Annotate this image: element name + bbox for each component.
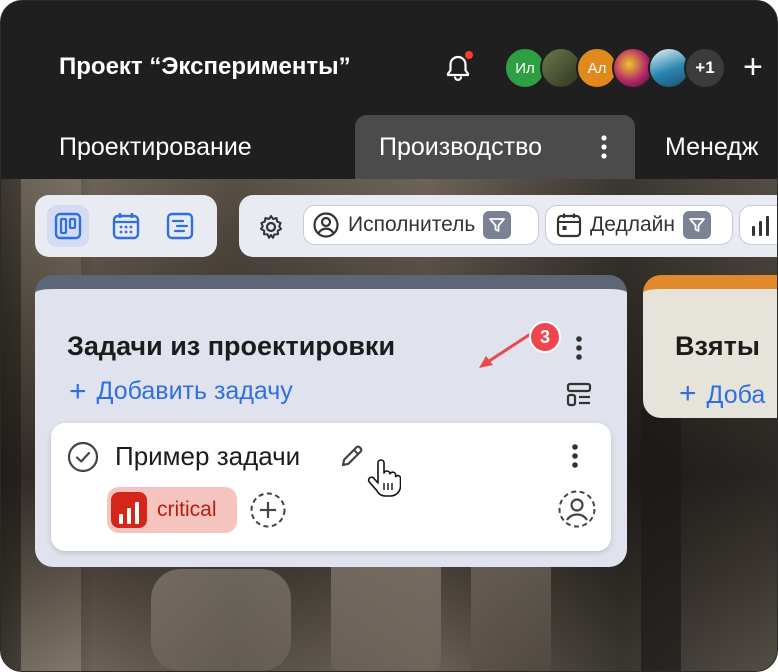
tab-design[interactable]: Проектирование [59, 115, 252, 179]
notification-dot [465, 51, 473, 59]
assignee-icon[interactable] [557, 489, 597, 529]
plus-icon: + [679, 377, 697, 410]
card-menu-icon[interactable] [571, 443, 579, 469]
filter-label: Дедлайн [590, 213, 675, 236]
priority-tag[interactable]: critical [107, 487, 237, 533]
project-title: Проект “Эксперименты” [59, 53, 351, 80]
column-title: Задачи из проектировки [67, 331, 396, 361]
add-tag-icon[interactable] [249, 491, 287, 529]
add-task-label: Доба [706, 381, 766, 409]
add-task-button[interactable]: + Добавить задачу [69, 374, 293, 408]
task-title: Пример задачи [115, 441, 301, 471]
tab-label: Производство [379, 133, 543, 161]
calendar-icon [556, 213, 582, 238]
filter-label: Исполнитель [348, 213, 476, 236]
gear-icon[interactable] [257, 213, 285, 241]
add-member-button[interactable]: + [743, 50, 763, 84]
view-switcher [35, 195, 217, 257]
check-circle-icon[interactable] [67, 441, 99, 473]
priority-tag-label: critical [157, 498, 217, 521]
priority-filter[interactable] [739, 205, 777, 245]
layout-icon[interactable] [565, 381, 593, 409]
funnel-icon[interactable] [682, 211, 711, 239]
tab-menu-icon[interactable] [601, 135, 607, 159]
hand-cursor-icon [367, 459, 401, 497]
tab-management[interactable]: Менедж [665, 115, 758, 179]
priority-bars-icon [111, 492, 147, 528]
add-task-button[interactable]: + Доба [679, 377, 765, 411]
column-menu-icon[interactable] [575, 335, 583, 361]
task-card[interactable]: Пример задачи critical [51, 423, 611, 551]
pencil-icon[interactable] [339, 443, 365, 469]
column-taken: Взяты + Доба [643, 275, 777, 418]
app-window: Проект “Эксперименты” Ил Ал +1 + Проекти… [0, 0, 778, 672]
project-header: Проект “Эксперименты” Ил Ал +1 + Проекти… [1, 1, 777, 179]
priority-icon [752, 216, 769, 236]
annotation-arrow-icon [479, 333, 531, 368]
board-view-button[interactable] [47, 205, 89, 247]
timeline-icon [166, 212, 194, 240]
plus-icon: + [69, 374, 87, 408]
calendar-view-button[interactable] [105, 205, 147, 247]
tab-production[interactable]: Производство [355, 115, 635, 179]
assignee-filter[interactable]: Исполнитель [303, 205, 539, 245]
funnel-icon[interactable] [483, 211, 512, 239]
deadline-filter[interactable]: Дедлайн [545, 205, 733, 245]
timeline-view-button[interactable] [159, 205, 201, 247]
filter-bar: Исполнитель Дедлайн [239, 195, 777, 257]
step-badge: 3 [529, 321, 561, 353]
board-icon [54, 212, 82, 240]
column-title: Взяты [675, 331, 760, 361]
calendar-icon [112, 213, 140, 240]
add-task-label: Добавить задачу [96, 377, 293, 405]
person-icon [313, 212, 339, 238]
more-members-count[interactable]: +1 [684, 47, 726, 89]
